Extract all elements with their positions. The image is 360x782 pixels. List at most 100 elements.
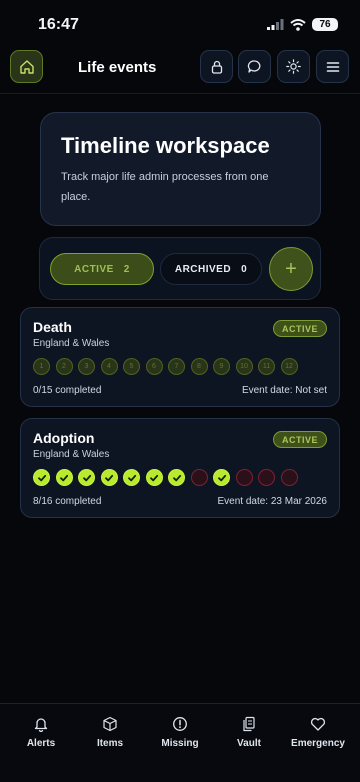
- event-region: England & Wales: [33, 338, 110, 349]
- nav-item-missing[interactable]: Missing: [148, 716, 212, 749]
- nav-item-emergency[interactable]: Emergency: [286, 716, 350, 749]
- page-title: Life events: [78, 59, 157, 76]
- step-pending[interactable]: 11: [258, 358, 275, 375]
- lock-button[interactable]: [200, 50, 233, 83]
- step-number: 6: [152, 363, 156, 370]
- step-done[interactable]: [100, 469, 118, 486]
- step-done[interactable]: [55, 469, 73, 486]
- step-done[interactable]: [145, 469, 163, 486]
- bell-icon: [34, 718, 48, 732]
- step-pending[interactable]: 6: [145, 358, 163, 375]
- step-number: 4: [107, 363, 111, 370]
- step-pending[interactable]: 5: [123, 358, 140, 375]
- home-icon: [19, 59, 34, 74]
- event-title: Adoption: [33, 430, 95, 446]
- step-done[interactable]: [168, 469, 185, 486]
- hero-title: Timeline workspace: [61, 133, 270, 158]
- nav-label: Missing: [161, 738, 199, 749]
- nav-label: Alerts: [26, 738, 56, 749]
- step-pending[interactable]: 9: [213, 358, 230, 375]
- step-pending[interactable]: 8: [190, 358, 208, 375]
- status-badge: ACTIVE: [273, 431, 327, 448]
- check-icon: [105, 474, 114, 481]
- battery-indicator: 76: [312, 18, 338, 31]
- step-pending[interactable]: 12: [280, 358, 298, 375]
- theme-toggle-button[interactable]: [277, 50, 310, 83]
- status-badge: ACTIVE: [273, 320, 327, 337]
- hero-subtitle: Track major life admin processes from on…: [61, 171, 269, 203]
- bottom-navigation: Alerts Items Missing Vault Emergency: [0, 703, 360, 782]
- step-pending[interactable]: 10: [235, 358, 253, 375]
- step-pending[interactable]: 1: [33, 358, 50, 375]
- nav-label: Vault: [237, 738, 261, 749]
- hamburger-menu-icon: [326, 61, 339, 72]
- event-date: Event date: 23 Mar 2026: [217, 496, 327, 507]
- event-region: England & Wales: [33, 449, 110, 460]
- nav-label: Items: [96, 738, 124, 749]
- nav-label: Emergency: [291, 738, 345, 749]
- event-date: Event date: Not set: [241, 385, 327, 396]
- step-pending[interactable]: 3: [78, 358, 95, 375]
- wifi-icon: [290, 18, 306, 31]
- signal-icon: [267, 19, 284, 30]
- step-blocked[interactable]: [235, 469, 253, 486]
- step-number: 5: [129, 363, 134, 370]
- tab-active-label: ACTIVE: [74, 263, 114, 275]
- step-tracker: 1 2 3 4 5 6 7 8 9 10 11 12: [33, 358, 298, 375]
- nav-item-alerts[interactable]: Alerts: [9, 716, 73, 749]
- step-blocked[interactable]: [190, 469, 208, 486]
- check-icon: [217, 474, 226, 481]
- tab-archived-label: ARCHIVED: [174, 263, 232, 275]
- step-number: 9: [219, 363, 224, 370]
- alert-circle-icon: [173, 717, 187, 731]
- chat-button[interactable]: [238, 50, 271, 83]
- event-progress: 0/15 completed: [33, 385, 102, 396]
- event-card-death[interactable]: Death England & Wales ACTIVE 1 2 3 4 5 6 7 8 9 10…: [20, 307, 340, 407]
- step-done[interactable]: [33, 469, 50, 486]
- tab-active-count: 2: [123, 263, 130, 275]
- tab-archived-count: 0: [241, 263, 248, 275]
- check-icon: [150, 474, 159, 481]
- step-number: 8: [197, 363, 201, 370]
- documents-icon: [243, 716, 255, 732]
- add-event-button[interactable]: +: [269, 247, 313, 291]
- step-number: 7: [174, 363, 179, 370]
- check-icon: [37, 474, 46, 481]
- status-time: 16:47: [38, 16, 79, 33]
- step-done[interactable]: [213, 469, 230, 486]
- step-tracker: [33, 469, 298, 486]
- filter-bar: ACTIVE 2 ARCHIVED 0 +: [39, 237, 321, 300]
- status-bar: 16:47 76: [0, 0, 360, 44]
- cube-icon: [103, 716, 117, 732]
- step-number: 3: [84, 363, 89, 370]
- plus-icon: +: [285, 257, 297, 280]
- tab-archived[interactable]: ARCHIVED 0: [160, 253, 262, 285]
- lock-icon: [211, 60, 222, 74]
- heart-icon: [310, 717, 326, 731]
- step-blocked[interactable]: [280, 469, 298, 486]
- step-number: 1: [39, 363, 44, 370]
- menu-button[interactable]: [316, 50, 349, 83]
- check-icon: [82, 474, 91, 481]
- step-blocked[interactable]: [258, 469, 275, 486]
- home-button[interactable]: [10, 50, 43, 83]
- event-progress: 8/16 completed: [33, 496, 102, 507]
- sun-icon: [286, 59, 301, 74]
- check-icon: [127, 474, 136, 481]
- step-done[interactable]: [78, 469, 95, 486]
- check-icon: [60, 474, 69, 481]
- check-icon: [172, 474, 181, 481]
- step-pending[interactable]: 7: [168, 358, 185, 375]
- step-done[interactable]: [123, 469, 140, 486]
- nav-item-vault[interactable]: Vault: [217, 716, 281, 749]
- step-number: 10: [240, 363, 248, 370]
- step-pending[interactable]: 2: [55, 358, 73, 375]
- status-icons: 76: [267, 18, 338, 31]
- app-header: Life events: [0, 44, 360, 94]
- chat-bubble-icon: [247, 60, 261, 73]
- step-number: 2: [62, 363, 66, 370]
- step-pending[interactable]: 4: [100, 358, 118, 375]
- event-card-adoption[interactable]: Adoption England & Wales ACTIVE 8/16 com…: [20, 418, 340, 518]
- nav-item-items[interactable]: Items: [78, 716, 142, 749]
- tab-active[interactable]: ACTIVE 2: [50, 253, 154, 285]
